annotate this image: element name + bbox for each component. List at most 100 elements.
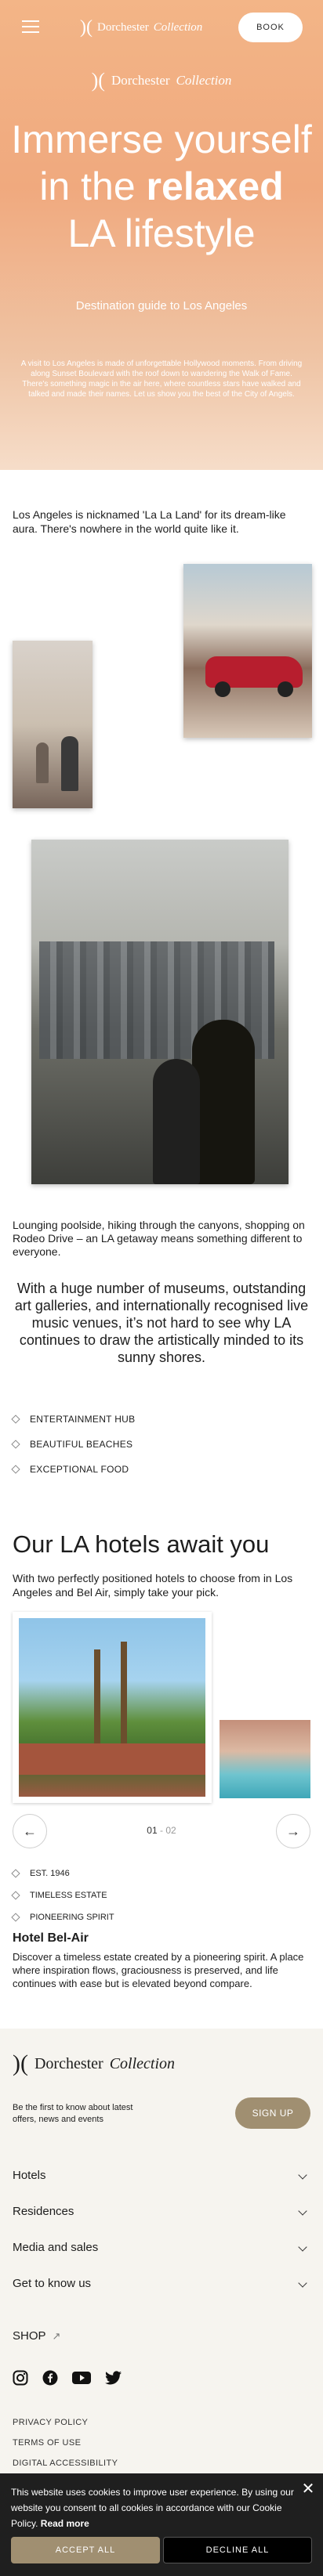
decline-all-button[interactable]: DECLINE ALL bbox=[163, 2537, 312, 2563]
page: )( Dorchester Collection BOOK )( Dorches… bbox=[0, 0, 323, 2576]
newsletter-text: Be the first to know about latest offers… bbox=[13, 2103, 133, 2124]
diamond-icon bbox=[11, 1913, 20, 1922]
hero-title-line3: LA lifestyle bbox=[67, 211, 256, 255]
brand-mark-icon: )( bbox=[13, 2050, 28, 2076]
external-link-icon: ↗ bbox=[52, 2329, 61, 2342]
hero-description: A visit to Los Angeles is made of unforg… bbox=[20, 359, 303, 399]
diamond-icon bbox=[11, 1440, 20, 1449]
hero-title-in-the: in the bbox=[39, 164, 147, 208]
hotel-feature-item: TIMELESS ESTATE bbox=[11, 1884, 114, 1906]
person-shape bbox=[153, 1059, 200, 1184]
diamond-icon bbox=[11, 1414, 20, 1424]
book-button[interactable]: BOOK bbox=[238, 13, 303, 42]
person-shape bbox=[192, 1020, 255, 1184]
feature-label: ENTERTAINMENT HUB bbox=[30, 1414, 136, 1425]
cookie-banner: This website uses cookies to improve use… bbox=[0, 2473, 323, 2576]
footer-link-label: Get to know us bbox=[13, 2276, 92, 2290]
chevron-down-icon bbox=[298, 2170, 307, 2180]
hero-subtitle: Destination guide to Los Angeles bbox=[75, 299, 248, 313]
hotel-description: Discover a timeless estate created by a … bbox=[13, 1951, 304, 1989]
wheel-shape bbox=[215, 681, 230, 697]
diamond-icon bbox=[11, 1465, 20, 1474]
cookie-text: This website uses cookies to improve use… bbox=[11, 2484, 309, 2531]
footer-link-label: Media and sales bbox=[13, 2240, 99, 2254]
feature-label: BEAUTIFUL BEACHES bbox=[30, 1439, 133, 1450]
hero-brand-plain: Dorchester bbox=[111, 73, 170, 88]
digital-accessibility-link[interactable]: DIGITAL ACCESSIBILITY bbox=[13, 2453, 118, 2473]
hero-section: )( Dorchester Collection BOOK )( Dorches… bbox=[0, 0, 323, 470]
brand-italic: Collection bbox=[153, 21, 203, 34]
footer-link-label: Hotels bbox=[13, 2168, 46, 2182]
hotel-feature-label: EST. 1946 bbox=[30, 1869, 70, 1878]
chevron-down-icon bbox=[298, 2242, 307, 2252]
footer-brand-plain: Dorchester bbox=[34, 2054, 103, 2072]
hero-title: Immerse yourself in the relaxed LA lifes… bbox=[0, 116, 323, 257]
palm-shape bbox=[94, 1649, 100, 1743]
brand-plain: Dorchester bbox=[96, 21, 149, 34]
feature-list: ENTERTAINMENT HUB BEAUTIFUL BEACHES EXCE… bbox=[11, 1407, 310, 1482]
shop-link[interactable]: SHOP ↗ bbox=[13, 2329, 60, 2343]
legal-links: PRIVACY POLICY TERMS OF USE DIGITAL ACCE… bbox=[13, 2412, 118, 2473]
roof-shape bbox=[19, 1743, 205, 1775]
chevron-down-icon bbox=[298, 2206, 307, 2216]
menu-icon[interactable] bbox=[22, 20, 39, 33]
hotel-feature-item: EST. 1946 bbox=[11, 1862, 114, 1884]
footer-brand-logo[interactable]: )( Dorchester Collection bbox=[13, 2050, 175, 2077]
footer-link-media[interactable]: Media and sales bbox=[13, 2229, 310, 2265]
next-arrow-icon[interactable]: → bbox=[276, 1814, 310, 1848]
top-bar: )( Dorchester Collection BOOK bbox=[0, 0, 323, 56]
hotels-subtitle: With two perfectly positioned hotels to … bbox=[13, 1572, 293, 1599]
intro-text: Los Angeles is nicknamed 'La La Land' fo… bbox=[13, 508, 286, 535]
diamond-icon bbox=[11, 1891, 20, 1900]
hero-title-bold: relaxed bbox=[146, 164, 284, 208]
counter-separator: - bbox=[157, 1825, 166, 1836]
hotel-feature-label: PIONEERING SPIRIT bbox=[30, 1913, 114, 1922]
youtube-icon[interactable] bbox=[72, 2371, 91, 2385]
shop-label: SHOP bbox=[13, 2329, 46, 2343]
lifestyle-text: Lounging poolside, hiking through the ca… bbox=[13, 1219, 305, 1258]
terms-of-use-link[interactable]: TERMS OF USE bbox=[13, 2433, 118, 2453]
feature-item: ENTERTAINMENT HUB bbox=[11, 1407, 310, 1432]
next-hotel-photo[interactable] bbox=[220, 1720, 310, 1798]
social-links bbox=[13, 2370, 122, 2386]
hero-brand-logo: )( Dorchester Collection bbox=[0, 69, 323, 92]
brand-mark-icon: )( bbox=[80, 17, 93, 38]
accept-all-button[interactable]: ACCEPT ALL bbox=[11, 2537, 160, 2563]
footer-link-hotels[interactable]: Hotels bbox=[13, 2157, 310, 2193]
footer-brand-italic: Collection bbox=[109, 2054, 176, 2072]
footer-link-about[interactable]: Get to know us bbox=[13, 2265, 310, 2301]
facebook-icon[interactable] bbox=[42, 2370, 58, 2386]
chevron-down-icon bbox=[298, 2278, 307, 2288]
wheel-shape bbox=[278, 681, 293, 697]
read-more-link[interactable]: Read more bbox=[41, 2518, 89, 2529]
hotel-feature-label: TIMELESS ESTATE bbox=[30, 1891, 107, 1900]
city-view-photo bbox=[31, 840, 289, 1184]
person-shape bbox=[61, 736, 78, 791]
hero-brand-italic: Collection bbox=[176, 73, 232, 88]
close-icon[interactable]: ✕ bbox=[299, 2480, 317, 2498]
footer-link-label: Residences bbox=[13, 2204, 74, 2218]
twitter-icon[interactable] bbox=[105, 2371, 122, 2385]
street-photo bbox=[13, 641, 93, 808]
culture-quote: With a huge number of museums, outstandi… bbox=[14, 1281, 309, 1365]
sign-up-button[interactable]: SIGN UP bbox=[235, 2097, 310, 2129]
brand-logo[interactable]: )( Dorchester Collection bbox=[80, 17, 202, 38]
diamond-icon bbox=[11, 1869, 20, 1878]
feature-item: BEAUTIFUL BEACHES bbox=[11, 1432, 310, 1457]
brand-mark-icon: )( bbox=[91, 69, 105, 92]
instagram-icon[interactable] bbox=[13, 2370, 28, 2386]
counter-total: 02 bbox=[165, 1825, 176, 1836]
hotels-title: Our LA hotels await you bbox=[13, 1530, 270, 1558]
hotel-photo-image bbox=[19, 1618, 205, 1797]
footer-link-residences[interactable]: Residences bbox=[13, 2193, 310, 2229]
privacy-policy-link[interactable]: PRIVACY POLICY bbox=[13, 2412, 118, 2433]
red-car-photo bbox=[183, 564, 312, 738]
feature-item: EXCEPTIONAL FOOD bbox=[11, 1457, 310, 1482]
hotel-bel-air-photo[interactable] bbox=[13, 1612, 212, 1803]
feature-label: EXCEPTIONAL FOOD bbox=[30, 1464, 129, 1475]
hotel-name[interactable]: Hotel Bel-Air bbox=[13, 1931, 89, 1946]
counter-current: 01 bbox=[147, 1825, 158, 1836]
person-shape bbox=[36, 742, 49, 783]
carousel-counter: 01 - 02 bbox=[13, 1825, 310, 1836]
footer-accordion: Hotels Residences Media and sales Get to… bbox=[13, 2157, 310, 2301]
